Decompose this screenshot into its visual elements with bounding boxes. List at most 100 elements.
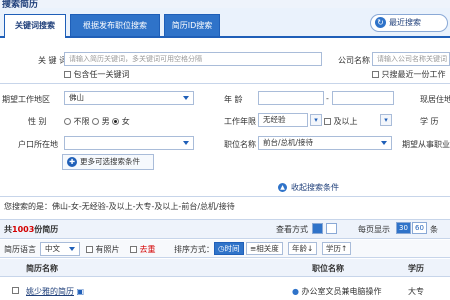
- arrow-down-icon: ↓: [307, 244, 314, 253]
- any-keyword-option[interactable]: 包含任一关键词: [64, 69, 130, 80]
- collapse-search-toggle[interactable]: ▲ 收起搜索条件: [278, 182, 339, 193]
- result-count-suffix: 份简历: [34, 225, 59, 234]
- sort-by-education-button[interactable]: 学历↑: [322, 242, 352, 255]
- resume-language-select[interactable]: 中文: [40, 242, 80, 256]
- tab-by-posted-job[interactable]: 根据发布职位搜索: [70, 14, 160, 36]
- tab-keyword-search[interactable]: 关键词搜索: [4, 14, 66, 38]
- recent-job-only-label: 只搜最近一份工作: [381, 70, 446, 79]
- chevron-down-icon: [183, 96, 189, 100]
- title-strip: [0, 0, 450, 8]
- experience-label: 工作年限: [224, 117, 256, 126]
- any-keyword-label: 包含任一关键词: [73, 70, 130, 79]
- per-page-label: 每页显示: [358, 225, 390, 234]
- resume-preview-icon[interactable]: ▣: [77, 287, 85, 296]
- has-photo-option[interactable]: 有照片: [86, 244, 120, 255]
- sort-time-label: 时间: [224, 244, 240, 253]
- dedupe-option[interactable]: 去重: [130, 244, 156, 255]
- hukou-label: 户口所在地: [18, 140, 58, 149]
- list-view-icon[interactable]: [312, 223, 323, 234]
- desired-industry-label: 期望从事职业: [402, 140, 450, 149]
- recent-job-only-option[interactable]: 只搜最近一份工作: [372, 69, 446, 80]
- row-select-checkbox[interactable]: [12, 287, 19, 294]
- gender-female-radio[interactable]: [112, 118, 120, 125]
- resume-name-cell[interactable]: 姚少雅的简历 ▣: [26, 286, 84, 297]
- position-value: 前台/总机/接待: [263, 138, 314, 147]
- column-header-position: 职位名称: [312, 264, 344, 273]
- position-cell: ● 办公室文员兼电脑操作: [292, 286, 382, 297]
- resume-name-link[interactable]: 姚少雅的简历: [26, 287, 74, 296]
- more-conditions-button[interactable]: ✚ 更多可选搜索条件: [62, 154, 154, 170]
- per-page-60-button[interactable]: 60: [412, 222, 427, 234]
- company-input[interactable]: 请输入公司名称关键词: [372, 52, 450, 66]
- gender-label: 性 别: [28, 117, 47, 126]
- age-max-input[interactable]: [332, 91, 394, 105]
- experience-select[interactable]: 无经验: [258, 113, 308, 127]
- recent-search-label: 最近搜索: [389, 18, 421, 27]
- sort-relevance-label: 相关度: [256, 244, 279, 253]
- sort-by-relevance-button[interactable]: ≡相关度: [246, 242, 283, 255]
- recent-search-button[interactable]: ↻ 最近搜索: [370, 14, 448, 32]
- dedupe-checkbox[interactable]: [130, 246, 137, 253]
- column-header-education: 学历: [408, 264, 424, 273]
- gender-female-label: 女: [121, 117, 130, 126]
- current-location-label: 现居住地: [420, 95, 450, 104]
- gender-male-radio[interactable]: [92, 118, 100, 125]
- experience-range-dropdown-button[interactable]: ▾: [380, 114, 392, 126]
- per-page-unit: 条: [430, 225, 438, 234]
- table-header: [0, 259, 450, 277]
- any-keyword-checkbox[interactable]: [64, 71, 71, 78]
- row-select-checkbox-wrap[interactable]: [12, 286, 19, 295]
- keyword-input[interactable]: 请输入简历关键词，多关键词可用空格分隔: [64, 52, 322, 66]
- education-cell: 大专: [408, 287, 424, 296]
- location-value: 佛山: [69, 93, 84, 102]
- resume-language-value: 中文: [45, 244, 60, 253]
- criteria-divider: [0, 196, 450, 197]
- company-label: 公司名称: [338, 56, 370, 65]
- search-criteria-summary: 您搜索的是：佛山-女-无经验-及以上-大专-及以上-前台/总机/接待: [4, 202, 235, 211]
- resume-language-label: 简历语言: [4, 245, 36, 254]
- sort-by-age-button[interactable]: 年龄↓: [288, 242, 318, 255]
- sort-age-label: 年龄: [292, 244, 307, 253]
- sort-label: 排序方式：: [174, 245, 214, 254]
- experience-range-label: 及以上: [333, 117, 358, 126]
- gear-icon: ✚: [67, 157, 77, 167]
- result-count-prefix: 共: [4, 225, 12, 234]
- dedupe-label: 去重: [139, 245, 156, 254]
- location-select[interactable]: 佛山: [64, 91, 194, 105]
- grid-view-icon[interactable]: [326, 223, 337, 234]
- hukou-select[interactable]: [64, 136, 194, 150]
- experience-range-option[interactable]: 及以上: [324, 116, 358, 127]
- chevron-down-icon: [69, 247, 75, 251]
- more-conditions-label: 更多可选搜索条件: [80, 157, 140, 166]
- result-count: 共1003份简历: [4, 224, 58, 235]
- keyword-label: 关 键 词: [38, 56, 68, 65]
- tab-resume-id-search[interactable]: 简历ID搜索: [164, 14, 220, 36]
- column-header-resume-name: 简历名称: [26, 264, 58, 273]
- experience-dropdown-button[interactable]: ▾: [310, 114, 322, 126]
- experience-range-checkbox[interactable]: [324, 118, 331, 125]
- location-label: 期望工作地区: [2, 95, 50, 104]
- age-min-input[interactable]: [258, 91, 324, 105]
- recent-job-only-checkbox[interactable]: [372, 71, 379, 78]
- collapse-label: 收起搜索条件: [291, 183, 339, 192]
- position-select[interactable]: 前台/总机/接待: [258, 136, 392, 150]
- gender-options: 不限 男 女: [64, 116, 130, 127]
- gender-any-radio[interactable]: [64, 118, 71, 125]
- has-photo-checkbox[interactable]: [86, 246, 93, 253]
- sort-education-label: 学历: [326, 244, 341, 253]
- per-page-30-button[interactable]: 30: [396, 222, 411, 234]
- chevron-down-icon[interactable]: ●: [292, 287, 299, 296]
- gender-any-label: 不限: [73, 117, 90, 126]
- gender-male-label: 男: [101, 117, 110, 126]
- chevron-up-icon: ▲: [278, 183, 287, 192]
- form-divider: [0, 83, 450, 84]
- position-label: 职位名称: [224, 140, 256, 149]
- has-photo-label: 有照片: [95, 245, 120, 254]
- age-separator: -: [326, 94, 329, 103]
- age-label: 年 龄: [224, 95, 243, 104]
- sort-by-time-button[interactable]: ◷时间: [214, 242, 244, 255]
- arrow-up-icon: ↑: [341, 244, 348, 253]
- education-label: 学 历: [420, 117, 439, 126]
- experience-value: 无经验: [263, 115, 286, 124]
- position-cell-text: 办公室文员兼电脑操作: [301, 287, 382, 296]
